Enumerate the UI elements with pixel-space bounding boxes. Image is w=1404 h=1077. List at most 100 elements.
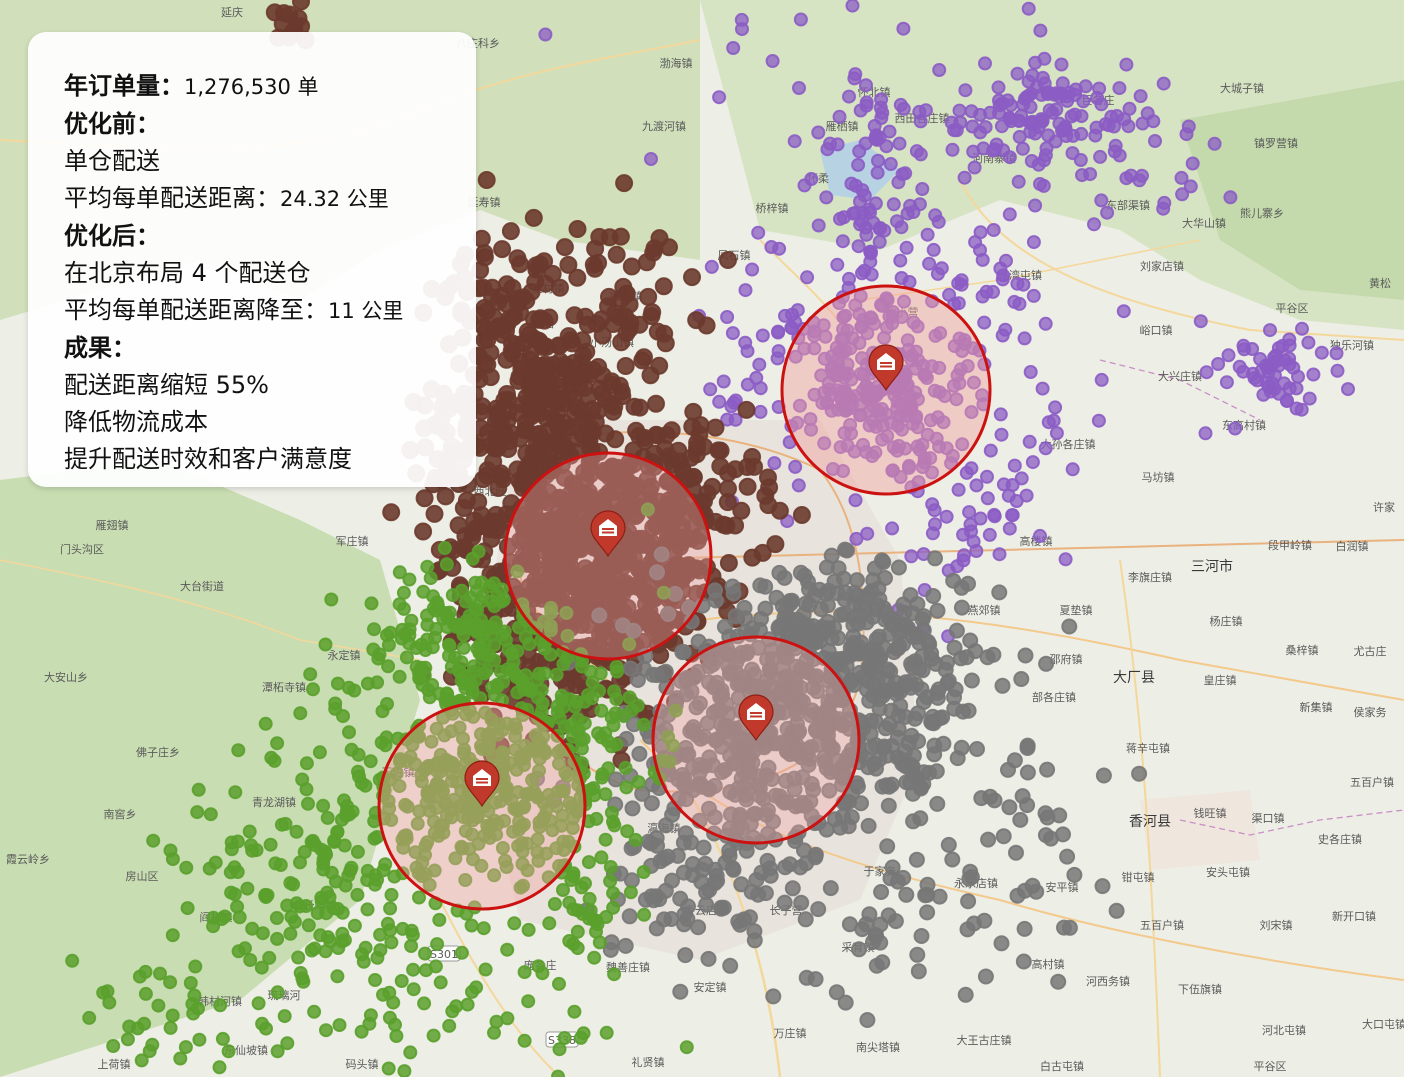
delivery-point: [846, 584, 863, 601]
before-colon: ：: [136, 110, 160, 138]
delivery-point: [382, 985, 397, 1000]
delivery-point: [928, 517, 942, 532]
delivery-point: [647, 394, 665, 413]
delivery-point: [959, 921, 976, 938]
delivery-point: [879, 747, 895, 764]
delivery-point: [517, 1033, 532, 1048]
result-item-2: 降低物流成本: [64, 408, 208, 436]
delivery-point: [472, 229, 491, 248]
delivery-point: [406, 962, 421, 977]
delivery-point: [631, 745, 648, 762]
before-distance-colon: ：: [256, 184, 280, 212]
delivery-point: [835, 570, 852, 587]
delivery-point: [880, 907, 897, 924]
before-distance-value: 24.32 公里: [280, 187, 389, 211]
delivery-point: [521, 994, 536, 1009]
delivery-point: [893, 97, 908, 112]
delivery-point: [214, 912, 229, 927]
delivery-point: [567, 699, 582, 714]
delivery-point: [978, 56, 992, 71]
delivery-point: [106, 1039, 121, 1053]
delivery-point: [727, 608, 744, 625]
delivery-point: [163, 975, 178, 990]
delivery-point: [379, 730, 394, 745]
place-label: 夏垫镇: [1060, 603, 1093, 617]
delivery-point: [876, 640, 893, 657]
delivery-point: [280, 1036, 295, 1051]
delivery-point: [866, 215, 881, 230]
place-label: 许家: [1373, 500, 1395, 514]
delivery-point: [307, 941, 322, 956]
delivery-point: [1282, 351, 1297, 366]
delivery-point: [788, 459, 803, 474]
delivery-point: [851, 239, 866, 254]
delivery-point: [212, 1060, 227, 1075]
delivery-point: [551, 278, 569, 297]
delivery-point: [1289, 401, 1304, 416]
delivery-point: [890, 559, 907, 576]
delivery-point: [538, 27, 553, 42]
delivery-point: [517, 444, 536, 463]
delivery-point: [535, 311, 554, 330]
delivery-point: [350, 844, 365, 859]
delivery-point: [787, 134, 802, 149]
place-label: 李旗庄镇: [1128, 570, 1172, 584]
delivery-point: [429, 622, 443, 636]
delivery-point: [844, 176, 859, 191]
delivery-point: [263, 837, 278, 852]
delivery-point: [406, 982, 421, 997]
delivery-point: [875, 105, 890, 120]
delivery-point: [716, 374, 731, 389]
delivery-point: [397, 1064, 412, 1077]
delivery-point: [654, 277, 673, 296]
delivery-point: [830, 630, 847, 646]
delivery-point: [1306, 367, 1321, 382]
place-label: 杨庄镇: [1210, 614, 1243, 628]
after-distance-label: 平均每单配送距离降至: [64, 296, 304, 324]
delivery-point: [1021, 74, 1036, 89]
delivery-point: [843, 672, 860, 689]
delivery-point: [929, 795, 946, 812]
place-label: 钱旺镇: [1194, 806, 1227, 820]
delivery-point: [526, 272, 545, 291]
delivery-point: [551, 352, 570, 371]
delivery-point: [1033, 528, 1047, 543]
delivery-point: [607, 967, 622, 982]
delivery-point: [994, 427, 1009, 442]
delivery-point: [383, 901, 398, 916]
delivery-point: [569, 723, 584, 738]
after-distance-value: 11 公里: [328, 299, 404, 323]
delivery-point: [527, 256, 546, 275]
delivery-point: [1302, 391, 1317, 406]
delivery-point: [469, 980, 484, 995]
delivery-point: [524, 208, 543, 227]
delivery-point: [589, 924, 603, 939]
delivery-point: [879, 838, 896, 855]
delivery-point: [639, 287, 658, 306]
delivery-point: [966, 144, 981, 159]
delivery-point: [454, 945, 469, 960]
delivery-point: [534, 683, 549, 698]
delivery-point: [1002, 521, 1017, 536]
delivery-point: [496, 674, 511, 689]
delivery-point: [601, 761, 616, 776]
delivery-point: [482, 579, 497, 594]
delivery-point: [805, 618, 822, 635]
delivery-point: [173, 1051, 188, 1066]
delivery-point: [940, 836, 957, 853]
delivery-point: [797, 178, 812, 193]
delivery-point: [776, 569, 793, 586]
delivery-point: [637, 253, 656, 272]
delivery-point: [562, 366, 580, 385]
delivery-point: [939, 654, 955, 671]
delivery-point: [892, 136, 907, 151]
delivery-point: [1207, 136, 1222, 151]
delivery-point: [345, 804, 360, 819]
delivery-point: [231, 743, 246, 758]
before-mode: 单仓配送: [64, 147, 160, 175]
delivery-point: [904, 549, 919, 564]
delivery-point: [848, 493, 863, 508]
place-label: 安定镇: [694, 980, 727, 994]
delivery-point: [373, 943, 388, 958]
delivery-point: [944, 851, 961, 868]
